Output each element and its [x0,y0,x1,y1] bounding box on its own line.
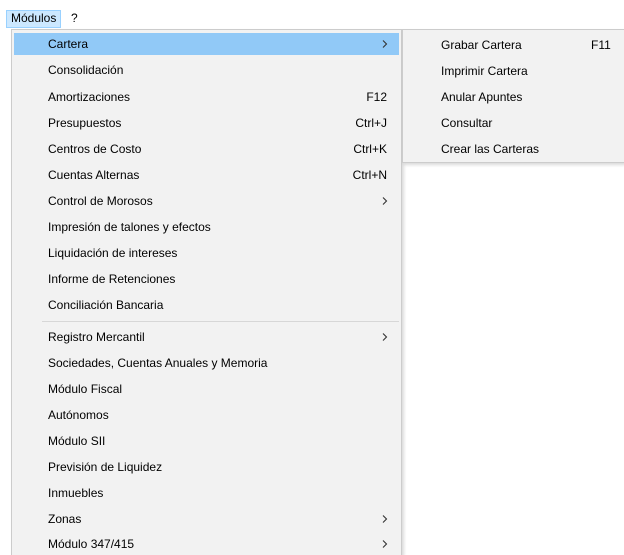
chevron-right-icon [381,33,389,55]
menu-item-shortcut: Ctrl+J [355,116,387,130]
modulos-dropdown-menu: Cartera Consolidación Amortizaciones F12… [11,29,402,555]
menu-item-label: Liquidación de intereses [48,246,178,260]
menu-separator [42,321,399,322]
menu-item-label: Control de Morosos [48,194,153,208]
chevron-right-icon [381,326,389,348]
chevron-right-icon [381,190,389,212]
menu-item-label: Amortizaciones [48,90,131,104]
cartera-submenu: Grabar Cartera F11 Imprimir Cartera Anul… [402,29,624,163]
menu-item-modulo-sii[interactable]: Módulo SII [14,430,399,452]
menu-item-cartera[interactable]: Cartera [14,33,399,55]
menu-item-label: Conciliación Bancaria [48,298,164,312]
menu-item-label: Informe de Retenciones [48,272,176,286]
menu-item-label: Inmuebles [48,486,104,500]
menu-item-shortcut: Ctrl+K [353,142,387,156]
menu-item-registro-mercantil[interactable]: Registro Mercantil [14,326,399,348]
submenu-item-anular-apuntes[interactable]: Anular Apuntes [405,86,623,108]
chevron-right-icon [381,533,389,555]
chevron-right-icon [381,508,389,530]
menu-item-label: Cuentas Alternas [48,168,140,182]
menu-item-prevision-liquidez[interactable]: Previsión de Liquidez [14,456,399,478]
menubar-item-modulos[interactable]: Módulos [6,10,61,28]
submenu-item-imprimir-cartera[interactable]: Imprimir Cartera [405,60,623,82]
submenu-item-shortcut: F11 [591,38,611,52]
submenu-item-label: Crear las Carteras [441,142,540,156]
menu-item-cuentas-alternas[interactable]: Cuentas Alternas Ctrl+N [14,164,399,186]
menu-item-autonomos[interactable]: Autónomos [14,404,399,426]
menu-item-informe-retenciones[interactable]: Informe de Retenciones [14,268,399,290]
submenu-item-label: Imprimir Cartera [441,64,528,78]
menu-item-modulo-347-415[interactable]: Módulo 347/415 [14,533,399,555]
menubar-item-help[interactable]: ? [67,10,83,28]
menu-item-label: Sociedades, Cuentas Anuales y Memoria [48,356,268,370]
submenu-item-label: Anular Apuntes [441,90,523,104]
menu-item-label: Impresión de talones y efectos [48,220,211,234]
menu-item-conciliacion-bancaria[interactable]: Conciliación Bancaria [14,294,399,316]
submenu-item-crear-carteras[interactable]: Crear las Carteras [405,138,623,160]
menu-item-label: Autónomos [48,408,109,422]
menu-item-label: Centros de Costo [48,142,142,156]
menu-item-amortizaciones[interactable]: Amortizaciones F12 [14,86,399,108]
menu-item-impresion-talones[interactable]: Impresión de talones y efectos [14,216,399,238]
menu-item-label: Registro Mercantil [48,330,145,344]
menu-item-shortcut: F12 [366,90,387,104]
menu-item-label: Previsión de Liquidez [48,460,163,474]
menu-item-label: Módulo Fiscal [48,382,123,396]
menu-item-liquidacion-intereses[interactable]: Liquidación de intereses [14,242,399,264]
menu-bar: Módulos ? [0,0,624,28]
menu-item-zonas[interactable]: Zonas [14,508,399,530]
submenu-item-label: Consultar [441,116,493,130]
menu-item-label: Consolidación [48,63,124,77]
menu-item-presupuestos[interactable]: Presupuestos Ctrl+J [14,112,399,134]
menu-item-modulo-fiscal[interactable]: Módulo Fiscal [14,378,399,400]
menu-item-label: Cartera [48,37,89,51]
submenu-item-grabar-cartera[interactable]: Grabar Cartera F11 [405,34,623,56]
menu-item-label: Módulo SII [48,434,106,448]
submenu-item-label: Grabar Cartera [441,38,522,52]
menu-item-inmuebles[interactable]: Inmuebles [14,482,399,504]
menu-item-label: Presupuestos [48,116,122,130]
menu-item-shortcut: Ctrl+N [352,168,387,182]
menu-item-consolidacion[interactable]: Consolidación [14,59,399,81]
menu-item-sociedades[interactable]: Sociedades, Cuentas Anuales y Memoria [14,352,399,374]
menu-item-label: Zonas [48,512,82,526]
menu-item-centros-de-costo[interactable]: Centros de Costo Ctrl+K [14,138,399,160]
submenu-item-consultar[interactable]: Consultar [405,112,623,134]
menu-item-control-de-morosos[interactable]: Control de Morosos [14,190,399,212]
menu-item-label: Módulo 347/415 [48,537,135,551]
